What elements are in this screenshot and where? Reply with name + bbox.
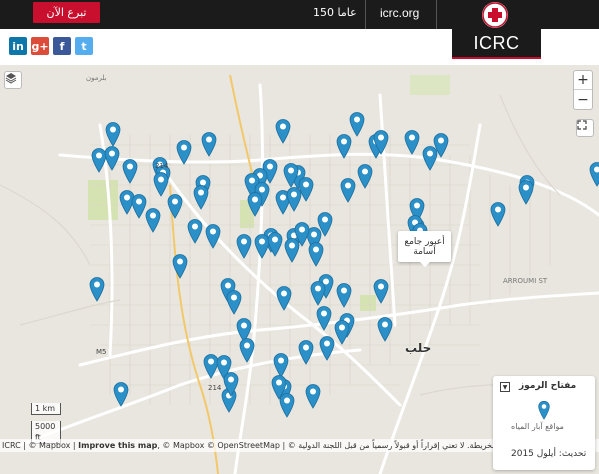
- water-well-marker[interactable]: [377, 316, 393, 342]
- water-well-marker[interactable]: [223, 371, 239, 397]
- road-number: 214: [208, 384, 222, 392]
- water-well-marker[interactable]: [340, 177, 356, 203]
- zoom-control: + −: [573, 70, 593, 110]
- water-well-marker[interactable]: [404, 129, 420, 155]
- legend-item-label: مواقع آبار المياه: [511, 422, 564, 431]
- legend-toggle-icon[interactable]: ▼: [500, 382, 510, 392]
- water-well-marker[interactable]: [316, 305, 332, 331]
- donate-button[interactable]: تبرع الآن: [33, 2, 100, 23]
- layers-icon[interactable]: [4, 71, 22, 89]
- water-well-marker[interactable]: [589, 161, 599, 187]
- water-well-marker[interactable]: [105, 121, 121, 147]
- fullscreen-icon[interactable]: [576, 119, 594, 137]
- water-well-marker[interactable]: [319, 335, 335, 361]
- water-well-marker[interactable]: [89, 276, 105, 302]
- water-well-marker[interactable]: [226, 289, 242, 315]
- header-divider: [436, 0, 437, 29]
- street-label: ARROUMI ST: [503, 277, 548, 285]
- water-well-marker[interactable]: [275, 118, 291, 144]
- water-well-marker[interactable]: [334, 319, 350, 345]
- zoom-out-button[interactable]: −: [574, 90, 592, 109]
- water-well-marker[interactable]: [267, 231, 283, 257]
- water-well-marker-icon: [538, 400, 550, 420]
- site-link[interactable]: icrc.org: [380, 6, 419, 20]
- water-well-marker[interactable]: [298, 176, 314, 202]
- water-well-marker[interactable]: [373, 129, 389, 155]
- water-well-marker[interactable]: [357, 163, 373, 189]
- city-label: حلب: [405, 341, 432, 355]
- attribution-text: ICRC | © Mapbox |: [2, 441, 79, 450]
- water-well-marker[interactable]: [518, 179, 534, 205]
- water-well-marker[interactable]: [187, 218, 203, 244]
- street-label: بلرمون: [86, 74, 107, 82]
- twitter-icon[interactable]: t: [75, 37, 93, 55]
- attribution-text: , © Mapbox © OpenStreetMap | ©: [157, 441, 299, 450]
- linkedin-icon[interactable]: in: [9, 37, 27, 55]
- map-legend: ▼ مفتاح الرموز مواقع آبار المياه تحديث: …: [493, 376, 595, 470]
- water-well-marker[interactable]: [490, 201, 506, 227]
- water-well-marker[interactable]: [310, 280, 326, 306]
- facebook-icon[interactable]: f: [53, 37, 71, 55]
- water-well-marker[interactable]: [298, 339, 314, 365]
- water-well-marker[interactable]: [122, 158, 138, 184]
- road-number: M5: [96, 348, 107, 356]
- water-well-marker[interactable]: [201, 131, 217, 157]
- water-well-marker[interactable]: [205, 223, 221, 249]
- marker-tooltip: أعبور جامع أسامة: [398, 231, 451, 267]
- water-well-marker[interactable]: [422, 145, 438, 171]
- water-well-marker[interactable]: [193, 184, 209, 210]
- water-well-marker[interactable]: [176, 139, 192, 165]
- water-well-marker[interactable]: [308, 241, 324, 267]
- water-well-marker[interactable]: [145, 207, 161, 233]
- water-well-marker[interactable]: [113, 381, 129, 407]
- water-well-marker[interactable]: [305, 383, 321, 409]
- water-well-marker[interactable]: [283, 162, 299, 188]
- page: تبرع الآن 150 عاما icrc.org ICRC in g+ f…: [0, 0, 599, 474]
- water-well-marker[interactable]: [373, 278, 389, 304]
- top-header: تبرع الآن 150 عاما icrc.org: [0, 0, 599, 29]
- header-divider: [365, 0, 366, 29]
- scale-km: 1 km: [31, 403, 61, 415]
- water-well-marker[interactable]: [247, 191, 263, 217]
- water-well-marker[interactable]: [336, 282, 352, 308]
- water-well-marker[interactable]: [167, 193, 183, 219]
- water-well-marker[interactable]: [349, 111, 365, 137]
- googleplus-icon[interactable]: g+: [31, 37, 49, 55]
- years-label: 150 عاما: [313, 6, 357, 19]
- water-well-marker[interactable]: [236, 233, 252, 259]
- road-number: 214: [155, 162, 169, 170]
- improve-map-link[interactable]: Improve this map: [78, 441, 157, 450]
- water-well-marker[interactable]: [239, 337, 255, 363]
- water-well-marker[interactable]: [172, 253, 188, 279]
- legend-title: مفتاح الرموز: [519, 381, 577, 391]
- zoom-in-button[interactable]: +: [574, 71, 592, 90]
- legend-update-label: تحديث: أيلول 2015: [511, 449, 587, 459]
- water-well-marker[interactable]: [104, 145, 120, 171]
- water-well-marker[interactable]: [279, 392, 295, 418]
- icrc-logo[interactable]: ICRC: [452, 29, 541, 59]
- water-well-marker[interactable]: [276, 285, 292, 311]
